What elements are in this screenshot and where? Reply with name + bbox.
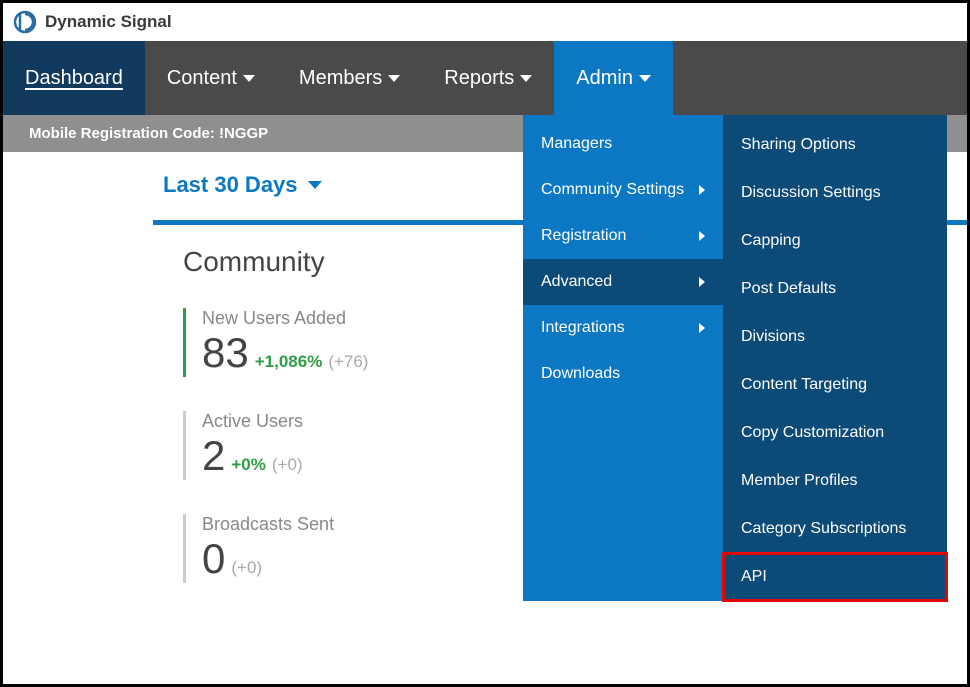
nav-content-label: Content [167, 67, 237, 90]
chevron-down-icon [308, 181, 322, 189]
metric-delta-pct: +1,086% [255, 352, 323, 372]
menu-capping[interactable]: Capping [723, 217, 947, 265]
brand-logo-icon [13, 10, 37, 34]
chevron-right-icon [699, 231, 705, 241]
nav-dashboard[interactable]: Dashboard [3, 41, 145, 115]
admin-menu-col2: Sharing Options Discussion Settings Capp… [723, 115, 947, 601]
menu-discussion-settings[interactable]: Discussion Settings [723, 169, 947, 217]
menu-item-label: Discussion Settings [741, 184, 881, 202]
menu-api[interactable]: API [723, 553, 947, 601]
menu-advanced[interactable]: Advanced [523, 259, 723, 305]
chevron-down-icon [520, 75, 532, 82]
nav-content[interactable]: Content [145, 41, 277, 115]
admin-menu-col1: Managers Community Settings Registration… [523, 115, 723, 601]
metric-broadcasts: Broadcasts Sent 0 (+0) [183, 514, 503, 583]
admin-dropdown: Managers Community Settings Registration… [523, 115, 947, 601]
menu-downloads[interactable]: Downloads [523, 351, 723, 397]
menu-item-label: Advanced [541, 273, 612, 291]
nav-admin-label: Admin [576, 67, 633, 90]
chevron-right-icon [699, 185, 705, 195]
metric-label: New Users Added [202, 308, 503, 329]
nav-dashboard-label: Dashboard [25, 67, 123, 90]
panel-title: Community [183, 246, 503, 278]
menu-item-label: Content Targeting [741, 376, 867, 394]
metric-value: 83 [202, 329, 249, 377]
menu-item-label: Copy Customization [741, 424, 884, 442]
menu-item-label: Community Settings [541, 181, 684, 199]
metric-delta-abs: (+0) [272, 455, 303, 475]
menu-item-label: Category Subscriptions [741, 520, 906, 538]
menu-content-targeting[interactable]: Content Targeting [723, 361, 947, 409]
metric-new-users: New Users Added 83 +1,086% (+76) [183, 308, 503, 377]
nav-members[interactable]: Members [277, 41, 422, 115]
menu-category-subscriptions[interactable]: Category Subscriptions [723, 505, 947, 553]
menu-item-label: Integrations [541, 319, 625, 337]
time-range-selector[interactable]: Last 30 Days [163, 172, 322, 198]
menu-member-profiles[interactable]: Member Profiles [723, 457, 947, 505]
chevron-down-icon [639, 75, 651, 82]
main-nav: Dashboard Content Members Reports Admin [3, 41, 967, 115]
menu-sharing-options[interactable]: Sharing Options [723, 121, 947, 169]
menu-integrations[interactable]: Integrations [523, 305, 723, 351]
notice-text: Mobile Registration Code: !NGGP [29, 125, 268, 142]
menu-item-label: Registration [541, 227, 626, 245]
metric-active-users: Active Users 2 +0% (+0) [183, 411, 503, 480]
time-range-label: Last 30 Days [163, 172, 298, 198]
chevron-down-icon [388, 75, 400, 82]
metric-delta-abs: (+0) [231, 558, 262, 578]
menu-copy-customization[interactable]: Copy Customization [723, 409, 947, 457]
nav-reports[interactable]: Reports [422, 41, 554, 115]
menu-item-label: Sharing Options [741, 136, 856, 154]
menu-item-label: Downloads [541, 365, 620, 383]
metric-value: 0 [202, 535, 225, 583]
metric-delta-pct: +0% [231, 455, 266, 475]
menu-item-label: Post Defaults [741, 280, 836, 298]
menu-divisions[interactable]: Divisions [723, 313, 947, 361]
metric-delta-abs: (+76) [328, 352, 368, 372]
brand-bar: Dynamic Signal [3, 3, 967, 41]
metric-label: Broadcasts Sent [202, 514, 503, 535]
nav-members-label: Members [299, 67, 382, 90]
chevron-right-icon [699, 277, 705, 287]
brand-name: Dynamic Signal [45, 12, 172, 32]
menu-item-label: Divisions [741, 328, 805, 346]
menu-community-settings[interactable]: Community Settings [523, 167, 723, 213]
menu-item-label: Member Profiles [741, 472, 857, 490]
menu-item-label: Managers [541, 135, 612, 153]
menu-managers[interactable]: Managers [523, 121, 723, 167]
metric-value: 2 [202, 432, 225, 480]
metric-label: Active Users [202, 411, 503, 432]
menu-registration[interactable]: Registration [523, 213, 723, 259]
menu-post-defaults[interactable]: Post Defaults [723, 265, 947, 313]
nav-reports-label: Reports [444, 67, 514, 90]
chevron-right-icon [699, 323, 705, 333]
nav-admin[interactable]: Admin [554, 41, 673, 115]
divider-segment [153, 220, 523, 225]
chevron-down-icon [243, 75, 255, 82]
community-panel: Community New Users Added 83 +1,086% (+7… [153, 216, 523, 583]
menu-item-label: Capping [741, 232, 801, 250]
menu-item-label: API [741, 568, 767, 586]
